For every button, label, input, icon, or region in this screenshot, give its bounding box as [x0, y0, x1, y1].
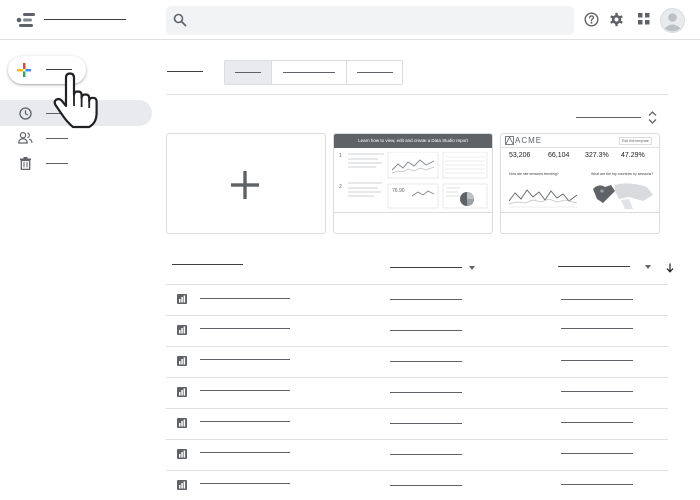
plus-icon	[231, 171, 259, 199]
template-card-blank-report[interactable]	[166, 133, 326, 234]
step-number: 2	[339, 184, 342, 190]
column-header-last-opened[interactable]	[558, 266, 630, 267]
kpi-tile: 66,104	[548, 152, 584, 168]
kpi-value: 327.3%	[585, 152, 609, 159]
card-footer-divider	[501, 212, 659, 213]
report-name[interactable]	[200, 421, 290, 422]
dropdown-arrow-icon[interactable]	[469, 266, 475, 270]
help-icon[interactable]	[584, 12, 599, 27]
report-bar-chart-icon	[177, 294, 187, 304]
report-owner	[390, 299, 462, 300]
table-row[interactable]	[166, 316, 668, 346]
report-name[interactable]	[200, 298, 290, 299]
report-owner	[390, 485, 462, 486]
sidebar-item-trash[interactable]	[0, 153, 152, 175]
template-card-acme-report[interactable]: ACME Edit this template 53,206 66,104 32…	[500, 133, 660, 234]
report-last-opened	[561, 360, 633, 361]
report-bar-chart-icon	[177, 418, 187, 428]
kpi-tile: 53,206	[509, 152, 545, 168]
arrow-down-icon[interactable]	[666, 263, 674, 273]
create-button-label	[46, 69, 72, 70]
kpi-tile: 327.3%	[585, 152, 621, 168]
tab-label	[235, 72, 261, 73]
kpi-tile: 47.29%	[621, 152, 657, 168]
apps-grid-icon[interactable]	[638, 13, 650, 25]
tab-owned-by-me[interactable]	[272, 61, 347, 84]
product-name	[44, 19, 126, 20]
gear-icon[interactable]	[609, 12, 624, 27]
report-last-opened	[561, 391, 633, 392]
acme-logo-icon	[505, 136, 514, 145]
tab-label	[283, 72, 335, 73]
account-avatar-icon[interactable]	[660, 8, 685, 33]
expand-collapse-icon[interactable]	[648, 110, 657, 125]
acme-header: ACME Edit this template	[501, 134, 659, 148]
top-app-bar	[0, 0, 700, 40]
data-studio-logo-icon[interactable]	[16, 12, 36, 28]
clock-icon	[19, 107, 32, 120]
kpi-value: 53,206	[509, 152, 531, 159]
report-owner	[390, 330, 462, 331]
column-header-name[interactable]	[172, 264, 243, 265]
tutorial-thumbnail-content	[348, 152, 488, 209]
divider	[166, 94, 668, 95]
report-last-opened	[561, 299, 633, 300]
report-bar-chart-icon	[177, 480, 187, 490]
report-last-opened	[561, 422, 633, 423]
tab-label	[357, 72, 393, 73]
report-owner	[390, 392, 462, 393]
table-row[interactable]	[166, 440, 668, 470]
tutorial-metric: 76.90	[392, 188, 405, 194]
report-owner	[390, 361, 462, 362]
chart-question: What are the top countries by sessions?	[591, 172, 654, 176]
hand-pointer-cursor	[52, 72, 104, 130]
table-row[interactable]	[166, 409, 668, 439]
tab-all[interactable]	[225, 61, 272, 84]
sidebar-item-label	[46, 163, 68, 164]
report-last-opened	[561, 484, 633, 485]
report-name[interactable]	[200, 483, 290, 484]
report-name[interactable]	[200, 390, 290, 391]
acme-logo-text: ACME	[515, 136, 543, 145]
report-bar-chart-icon	[177, 449, 187, 459]
report-owner	[390, 423, 462, 424]
sidebar-item-shared[interactable]	[0, 127, 152, 149]
card-footer-divider	[334, 212, 492, 213]
report-bar-chart-icon	[177, 325, 187, 335]
tutorial-title: Learn how to view, edit and create a Dat…	[334, 134, 492, 148]
page-title	[167, 71, 203, 72]
report-last-opened	[561, 453, 633, 454]
dropdown-arrow-icon[interactable]	[645, 265, 651, 269]
chart-question: How are site sessions trending?	[509, 172, 559, 176]
report-owner	[390, 454, 462, 455]
people-icon	[18, 132, 33, 144]
report-name[interactable]	[200, 359, 290, 360]
report-name[interactable]	[200, 452, 290, 453]
sidebar-item-label	[46, 138, 68, 139]
trash-icon	[20, 157, 31, 170]
template-card-tutorial-report[interactable]: Learn how to view, edit and create a Dat…	[333, 133, 493, 234]
report-bar-chart-icon	[177, 356, 187, 366]
edit-template-button: Edit this template	[619, 137, 652, 145]
tab-shared-with-me[interactable]	[347, 61, 402, 84]
report-bar-chart-icon	[177, 387, 187, 397]
report-name[interactable]	[200, 328, 290, 329]
acme-thumbnail-charts	[508, 183, 653, 209]
template-gallery-label[interactable]	[576, 117, 641, 118]
column-header-owner[interactable]	[390, 267, 462, 268]
kpi-value: 47.29%	[621, 152, 645, 159]
step-number: 1	[339, 153, 342, 159]
table-row[interactable]	[166, 378, 668, 408]
filter-tabs	[224, 60, 403, 85]
table-row[interactable]	[166, 285, 668, 315]
kpi-value: 66,104	[548, 152, 570, 159]
report-last-opened	[561, 328, 633, 329]
plus-icon	[17, 63, 31, 77]
search-icon	[173, 13, 187, 27]
table-row[interactable]	[166, 347, 668, 377]
search-input[interactable]	[166, 6, 574, 35]
